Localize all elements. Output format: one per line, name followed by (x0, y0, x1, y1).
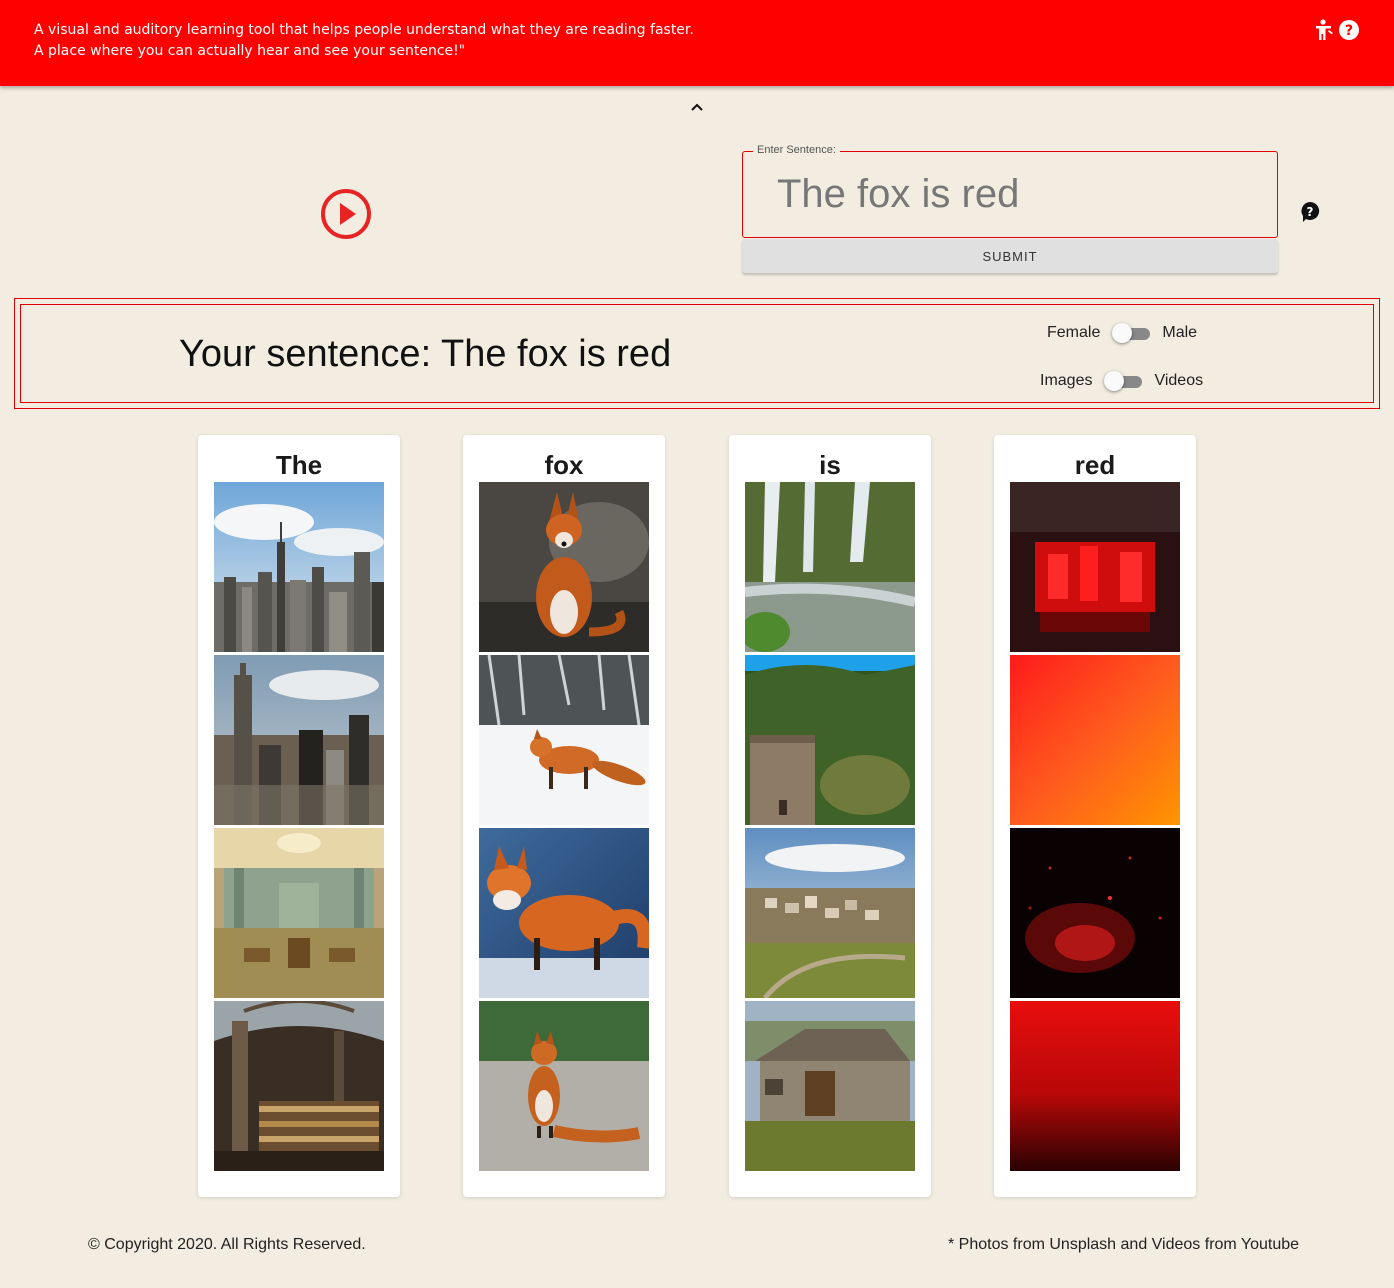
media-toggle-thumb (1104, 371, 1125, 391)
word-image[interactable] (214, 482, 384, 652)
media-videos-label: Videos (1154, 372, 1204, 389)
sentence-field-label: Enter Sentence: (753, 144, 840, 156)
header-bar: A visual and auditory learning tool that… (0, 0, 1394, 86)
tagline: A visual and auditory learning tool that… (34, 20, 694, 62)
submit-button[interactable]: SUBMIT (742, 239, 1278, 273)
sentence-result-box: Your sentence: The fox is red (14, 298, 1380, 409)
word-card-red: red (994, 435, 1196, 1197)
word-title: fox (544, 450, 584, 480)
accessibility-icon[interactable] (1314, 19, 1334, 41)
word-title: red (1074, 450, 1116, 480)
word-title: The (275, 450, 323, 480)
play-circle-icon (321, 189, 371, 239)
word-image[interactable] (745, 655, 915, 825)
word-image[interactable] (745, 1001, 915, 1171)
help-icon[interactable]: ? (1338, 19, 1360, 41)
word-image[interactable] (479, 655, 649, 825)
word-image[interactable] (1010, 1001, 1180, 1171)
voice-toggle-thumb (1112, 323, 1133, 343)
word-image[interactable] (1010, 828, 1180, 998)
media-images-label: Images (1040, 372, 1093, 389)
svg-text:?: ? (1345, 23, 1353, 39)
footer-copyright: © Copyright 2020. All Rights Reserved. (88, 1236, 366, 1253)
word-card-is: is (729, 435, 931, 1197)
svg-text:?: ? (1307, 205, 1314, 219)
word-card-the: The (198, 435, 400, 1197)
word-image[interactable] (214, 828, 384, 998)
tagline-line-2: A place where you can actually hear and … (34, 43, 466, 59)
word-image[interactable] (745, 482, 915, 652)
header-icons: ? (1314, 19, 1360, 41)
footer-credits: * Photos from Unsplash and Videos from Y… (948, 1236, 1300, 1253)
word-image[interactable] (214, 655, 384, 825)
play-button[interactable] (320, 188, 372, 240)
your-sentence-text: Your sentence: The fox is red (179, 333, 672, 375)
word-image[interactable] (745, 828, 915, 998)
word-image[interactable] (479, 1001, 649, 1171)
tagline-line-1: A visual and auditory learning tool that… (34, 22, 694, 38)
sentence-help-icon[interactable]: ? (1300, 201, 1320, 228)
word-title: is (819, 450, 841, 480)
word-image[interactable] (214, 1001, 384, 1171)
collapse-chevron-up-icon[interactable] (690, 99, 704, 117)
voice-female-label: Female (1047, 324, 1101, 341)
word-image[interactable] (1010, 655, 1180, 825)
word-image[interactable] (1010, 482, 1180, 652)
media-toggle-row: Images Videos (1040, 370, 1203, 392)
voice-toggle-switch[interactable] (1112, 322, 1151, 344)
word-card-fox: fox (463, 435, 665, 1197)
sentence-field: Enter Sentence: (742, 144, 1278, 238)
word-image[interactable] (479, 828, 649, 998)
sentence-input[interactable] (777, 172, 1257, 217)
voice-toggle-row: Female Male (1047, 322, 1197, 344)
media-toggle-switch[interactable] (1104, 370, 1143, 392)
voice-male-label: Male (1162, 324, 1198, 341)
word-image[interactable] (479, 482, 649, 652)
